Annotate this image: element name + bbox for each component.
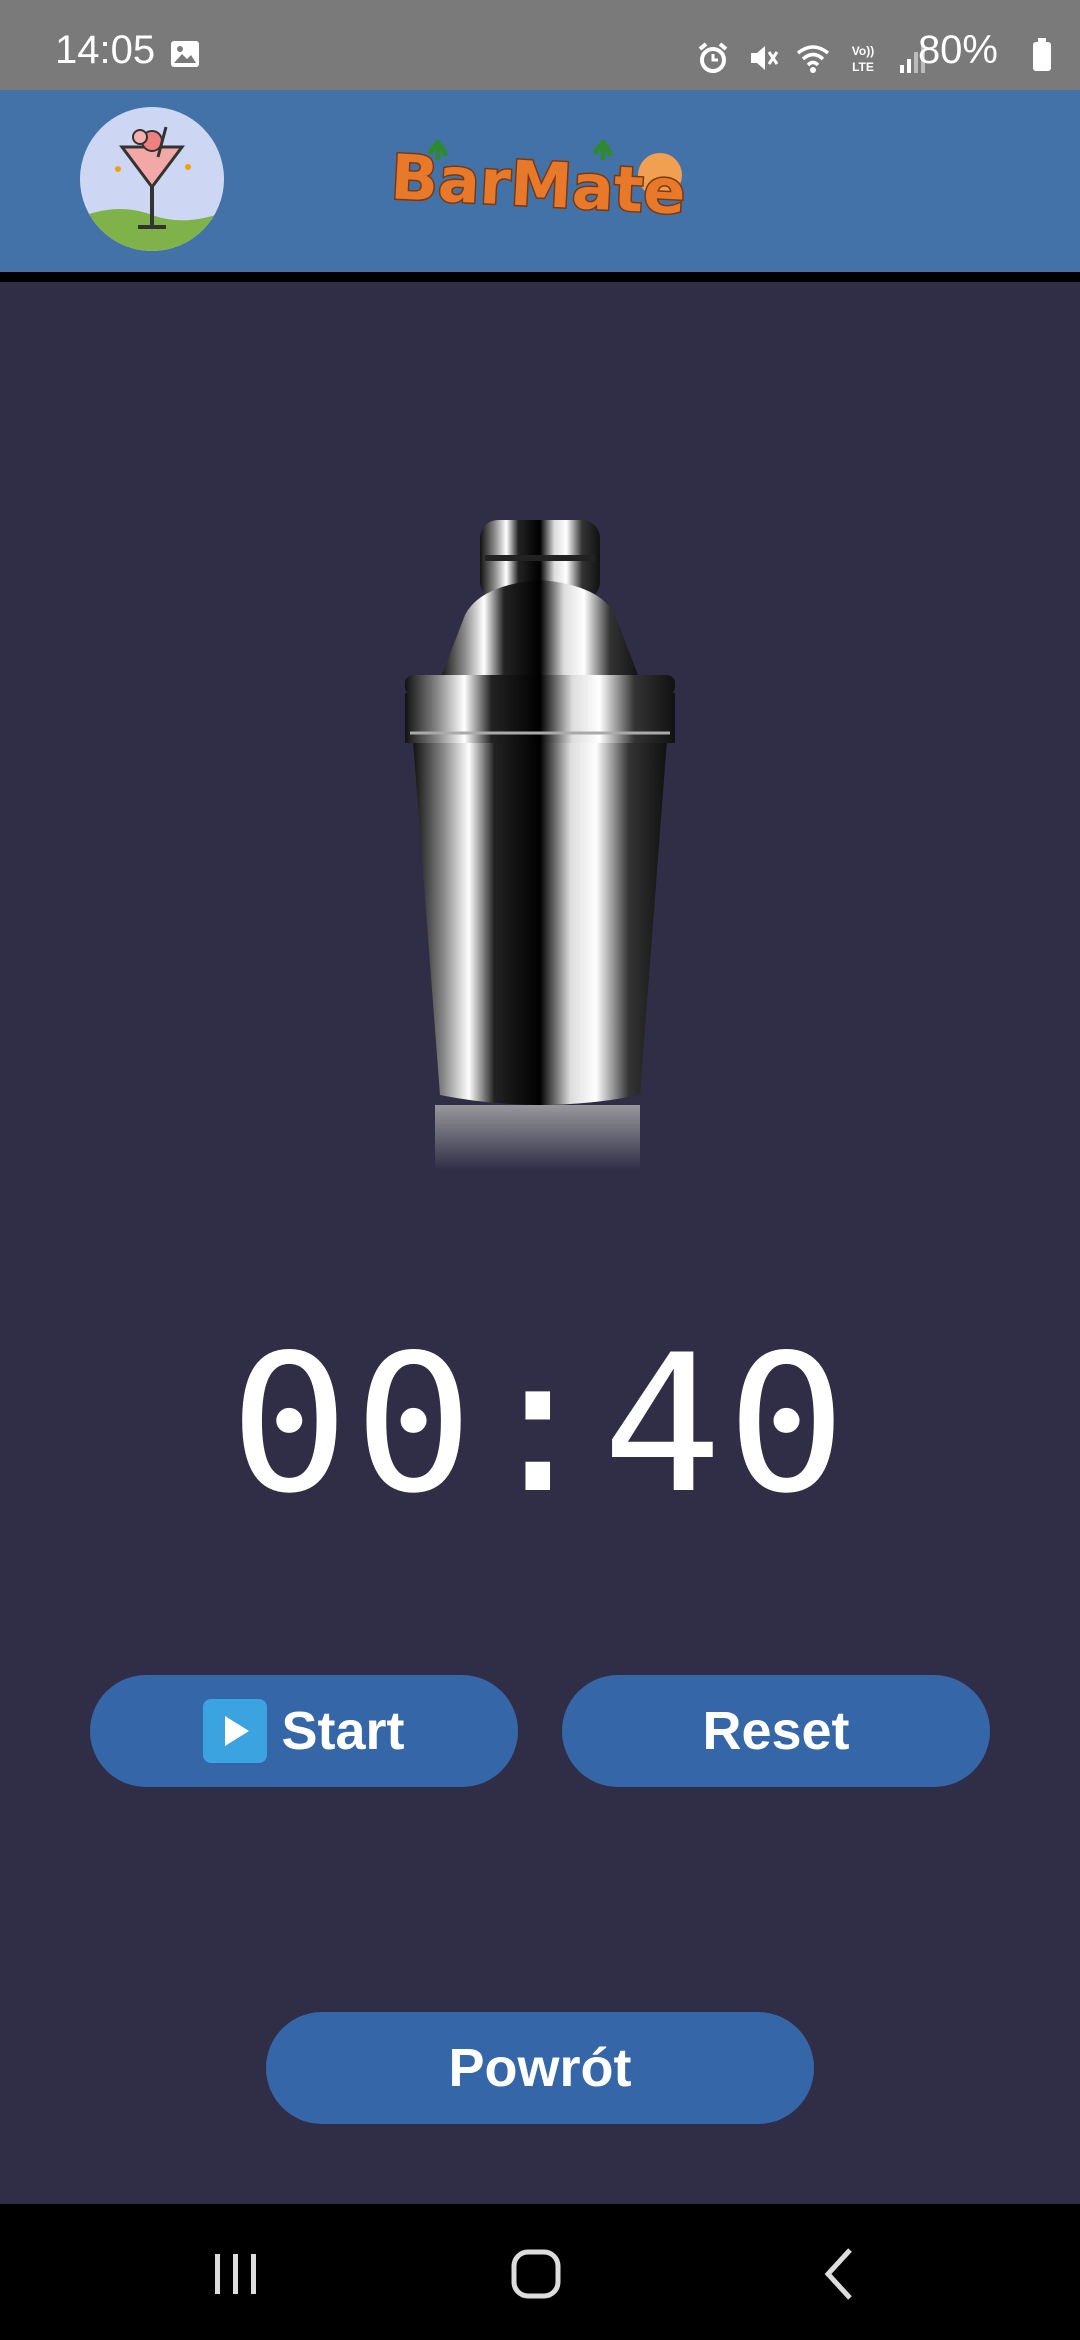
- back-icon[interactable]: [795, 2244, 885, 2304]
- reset-button-label: Reset: [702, 1701, 850, 1761]
- play-icon: [203, 1699, 268, 1763]
- barmate-logo: BarMate: [390, 139, 689, 230]
- battery-icon: [1033, 38, 1051, 71]
- cocktail-glass-icon[interactable]: [80, 107, 224, 251]
- back-button[interactable]: Powrót: [266, 2012, 814, 2124]
- app-header: BarMate: [0, 90, 1080, 272]
- logo-text: BarMate: [390, 140, 687, 228]
- start-button-label: Start: [281, 1701, 405, 1761]
- volte-icon: Vo)) LTE: [852, 44, 874, 74]
- svg-text:Vo)): Vo)): [852, 44, 874, 58]
- recents-icon[interactable]: [190, 2244, 280, 2304]
- alarm-icon: [698, 42, 728, 73]
- home-icon[interactable]: [490, 2244, 580, 2304]
- start-button[interactable]: Start: [90, 1675, 518, 1787]
- svg-text:LTE: LTE: [852, 60, 874, 74]
- status-icons: Vo)) LTE: [696, 36, 930, 80]
- mute-icon: [751, 46, 779, 70]
- reset-button[interactable]: Reset: [562, 1675, 990, 1787]
- header-divider: [0, 272, 1080, 282]
- status-time: 14:05: [55, 28, 156, 72]
- wifi-icon: [796, 45, 830, 73]
- gallery-icon: [171, 41, 199, 67]
- navigation-bar: [0, 2204, 1080, 2340]
- shaker-image: [405, 520, 675, 1170]
- timer-display: 00:40: [229, 1314, 851, 1535]
- back-button-label: Powrót: [448, 2038, 632, 2098]
- status-bar: 14:05 Vo)) LTE 80%: [0, 0, 1080, 90]
- battery-percent: 80%: [917, 28, 998, 72]
